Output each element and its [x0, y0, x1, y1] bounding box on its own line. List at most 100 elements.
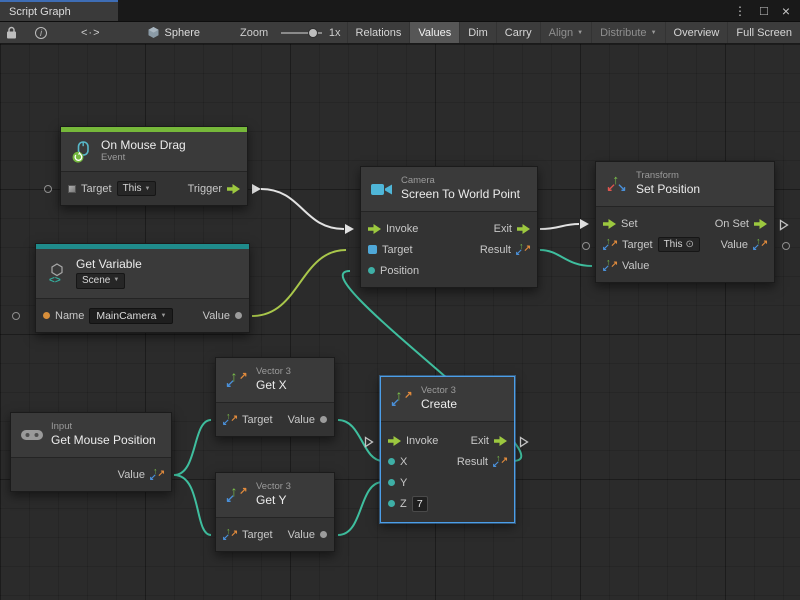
window-controls: [724, 0, 800, 21]
variable-name-dropdown[interactable]: MainCamera: [89, 308, 173, 324]
port-label-set: Set: [621, 218, 638, 230]
graph-toolbar: Sphere Zoom 1x Relations Values Dim Carr…: [0, 21, 800, 44]
wire-result-to-value[interactable]: [540, 250, 592, 266]
wire-mouse-to-gety[interactable]: [174, 475, 211, 535]
vector3-icon: [224, 369, 249, 391]
node-vector3-create[interactable]: Vector 3 Create Invoke Exit X: [380, 376, 515, 523]
unconnected-port-circle[interactable]: [44, 185, 52, 193]
vector3-port-icon[interactable]: [150, 468, 164, 481]
unconnected-port-circle[interactable]: [12, 312, 20, 320]
maximize-icon[interactable]: [760, 4, 768, 17]
zoom-slider-handle[interactable]: [308, 28, 318, 38]
graph-owner-button[interactable]: Sphere: [141, 22, 206, 43]
vector3-port-icon[interactable]: [516, 243, 530, 256]
port-row: Value: [596, 255, 774, 276]
vector3-port-icon[interactable]: [493, 455, 507, 468]
transform-port-icon[interactable]: [603, 238, 617, 251]
flow-output-port-icon[interactable]: [494, 436, 507, 446]
wire-variable-to-target[interactable]: [252, 250, 346, 316]
gameobject-cube-icon: [147, 26, 160, 39]
node-screen-to-world-point[interactable]: Camera Screen To World Point Invoke Exit…: [360, 166, 538, 288]
overview-button[interactable]: Overview: [665, 22, 728, 43]
camera-port-icon[interactable]: [368, 245, 377, 254]
port-label-on-set: On Set: [715, 218, 749, 230]
target-this-dropdown[interactable]: This: [117, 181, 157, 196]
node-get-variable[interactable]: <> Get Variable Scene Name MainCamera Va…: [35, 243, 250, 333]
float-output-port[interactable]: [320, 531, 327, 538]
wire-exit-to-set[interactable]: [540, 224, 579, 229]
port-label-result: Result: [480, 244, 511, 256]
vector3-port-icon[interactable]: [603, 259, 617, 272]
vector3-port-icon[interactable]: [753, 238, 767, 251]
flow-output-port-icon[interactable]: [754, 219, 767, 229]
float-input-port[interactable]: [388, 458, 395, 465]
info-icon: [35, 27, 47, 39]
fullscreen-button[interactable]: Full Screen: [727, 22, 800, 43]
float-output-port[interactable]: [320, 416, 327, 423]
align-dropdown[interactable]: Align: [540, 22, 591, 43]
flow-input-port-icon[interactable]: [388, 436, 401, 446]
float-input-port[interactable]: [388, 500, 395, 507]
distribute-dropdown[interactable]: Distribute: [591, 22, 664, 43]
node-get-x[interactable]: Vector 3 Get X Target Value: [215, 357, 335, 437]
node-set-position[interactable]: Transform Set Position Set On Set Target: [595, 161, 775, 283]
port-label-invoke: Invoke: [386, 223, 418, 235]
edit-graph-button[interactable]: [75, 22, 107, 43]
dim-button[interactable]: Dim: [459, 22, 496, 43]
port-row: Y: [381, 472, 514, 493]
port-label-target: Target: [242, 529, 273, 541]
port-label-target: Target: [622, 239, 653, 251]
flow-continuation-arrow[interactable]: [364, 436, 374, 448]
wire-gety-to-y[interactable]: [338, 482, 383, 535]
vector3-input-port[interactable]: [368, 267, 375, 274]
object-output-port[interactable]: [235, 312, 242, 319]
port-row: Invoke Exit: [381, 430, 514, 451]
vector3-icon: [389, 388, 414, 410]
lock-button[interactable]: [0, 22, 23, 43]
wire-mouse-to-getx[interactable]: [174, 420, 211, 475]
flow-continuation-arrow[interactable]: [779, 219, 789, 231]
node-get-y[interactable]: Vector 3 Get Y Target Value: [215, 472, 335, 552]
zoom-value: 1x: [329, 22, 347, 43]
vector3-icon: [224, 484, 249, 506]
unconnected-port-circle[interactable]: [782, 242, 790, 250]
vector3-port-icon[interactable]: [223, 413, 237, 426]
flow-continuation-arrow[interactable]: [519, 436, 529, 448]
wire-trigger-to-invoke[interactable]: [261, 189, 344, 229]
zoom-slider[interactable]: [281, 32, 322, 34]
port-label-y: Y: [400, 477, 407, 489]
target-this-picker[interactable]: This: [658, 237, 700, 252]
port-label-value-in: Value: [622, 260, 649, 272]
port-row: Target Value: [216, 409, 334, 430]
node-get-mouse-position[interactable]: Input Get Mouse Position Value: [10, 412, 172, 492]
unconnected-port-circle[interactable]: [582, 242, 590, 250]
node-on-mouse-drag[interactable]: On Mouse Drag Event Target This Trigger: [60, 126, 248, 206]
graph-owner-label: Sphere: [165, 27, 200, 39]
node-title: Create: [421, 398, 457, 412]
vector3-port-icon[interactable]: [223, 528, 237, 541]
port-label-position: Position: [380, 265, 419, 277]
tab-script-graph[interactable]: Script Graph: [0, 0, 118, 21]
flow-input-port-icon[interactable]: [368, 224, 381, 234]
info-button[interactable]: [29, 22, 53, 43]
float-input-port[interactable]: [388, 479, 395, 486]
port-row: Target Result: [361, 239, 537, 260]
node-title: On Mouse Drag: [101, 139, 186, 153]
port-label-trigger: Trigger: [188, 183, 222, 195]
gameobject-port-icon[interactable]: [68, 185, 76, 193]
values-button[interactable]: Values: [409, 22, 459, 43]
window-menu-icon[interactable]: [734, 5, 746, 17]
close-icon[interactable]: [782, 4, 790, 18]
relations-button[interactable]: Relations: [347, 22, 410, 43]
node-title: Set Position: [636, 183, 700, 197]
graph-canvas[interactable]: On Mouse Drag Event Target This Trigger: [0, 44, 800, 600]
wire-getx-to-x[interactable]: [338, 420, 383, 461]
z-value-input[interactable]: 7: [412, 496, 428, 512]
flow-output-port-icon[interactable]: [227, 184, 240, 194]
flow-input-port-icon[interactable]: [603, 219, 616, 229]
string-input-port[interactable]: [43, 312, 50, 319]
variable-scope-dropdown[interactable]: Scene: [76, 273, 125, 289]
carry-button[interactable]: Carry: [496, 22, 540, 43]
port-row: Target Value: [216, 524, 334, 545]
flow-output-port-icon[interactable]: [517, 224, 530, 234]
